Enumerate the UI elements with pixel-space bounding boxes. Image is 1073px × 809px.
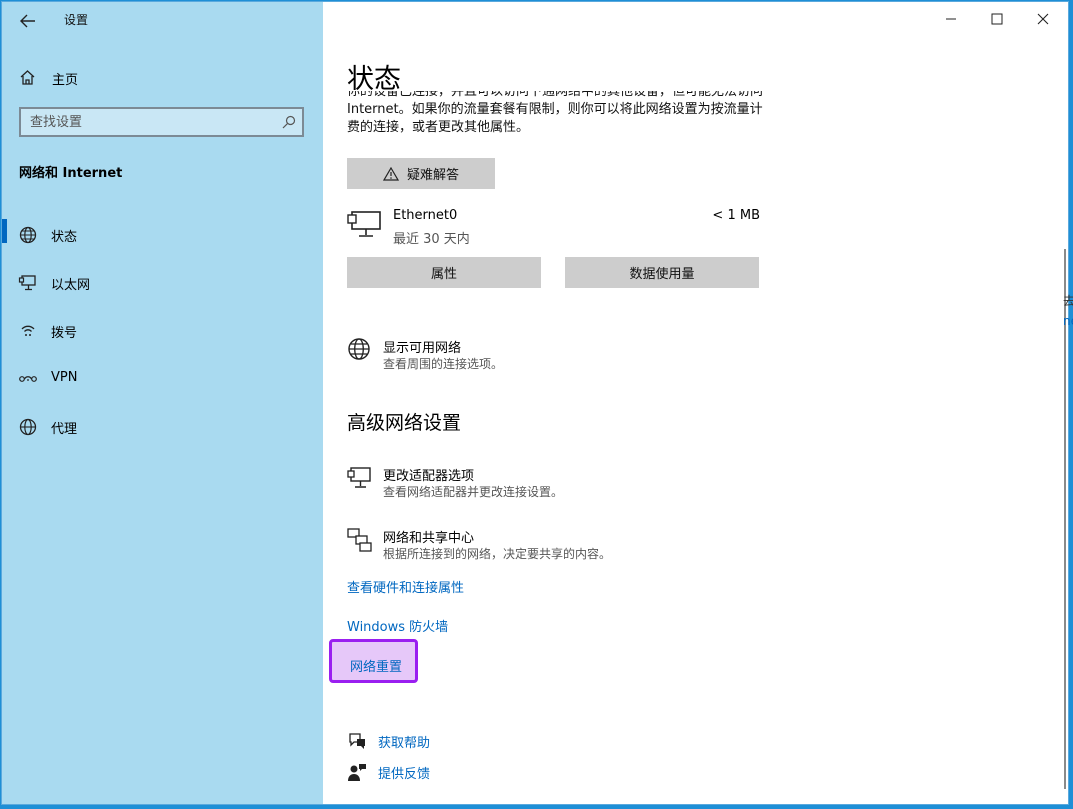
hardware-properties-link[interactable]: 查看硬件和连接属性 bbox=[347, 577, 464, 596]
advanced-settings-heading: 高级网络设置 bbox=[347, 412, 462, 434]
home-label: 主页 bbox=[52, 73, 79, 88]
feedback-person-icon bbox=[348, 764, 366, 781]
sidebar-item-label: 状态 bbox=[51, 230, 78, 245]
network-sharing-center[interactable]: 网络和共享中心 根据所连接到的网络，决定要共享的内容。 bbox=[347, 527, 667, 565]
sidebar-item-ethernet[interactable]: 以太网 bbox=[2, 259, 323, 307]
windows-firewall-link[interactable]: Windows 防火墙 bbox=[347, 616, 448, 635]
troubleshoot-label: 疑难解答 bbox=[406, 168, 459, 183]
adapter-options-title: 更改适配器选项 bbox=[383, 469, 475, 484]
main-content: 状态 你的设备已连接，并且可以访问下通网络中的其他设备，但可能无法访问 Inte… bbox=[323, 2, 1068, 804]
ethernet-usage: < 1 MB bbox=[712, 208, 760, 223]
ethernet-period: 最近 30 天内 bbox=[393, 232, 470, 247]
status-description: 你的设备已连接，并且可以访问下通网络中的其他设备，但可能无法访问 Interne… bbox=[347, 91, 764, 135]
sidebar-item-label: 以太网 bbox=[51, 278, 91, 293]
sidebar-item-proxy[interactable]: 代理 bbox=[2, 403, 323, 451]
back-arrow-icon bbox=[20, 14, 35, 28]
vpn-icon bbox=[19, 376, 37, 382]
dialup-icon bbox=[21, 325, 35, 336]
adapter-options-sub: 查看网络适配器并更改连接设置。 bbox=[383, 485, 564, 499]
data-usage-label: 数据使用量 bbox=[629, 267, 695, 282]
sidebar: 设置 主页 网络和 Internet bbox=[2, 2, 323, 804]
globe-icon bbox=[348, 338, 370, 360]
globe-icon bbox=[19, 418, 37, 436]
sidebar-nav: 状态 以太网 拨号 VPN 代理 bbox=[2, 211, 323, 451]
background-window-fragment: 去 bbox=[1063, 294, 1073, 308]
show-networks-sub: 查看周围的连接选项。 bbox=[383, 357, 504, 371]
globe-icon bbox=[19, 226, 37, 244]
sharing-center-sub: 根据所连接到的网络，决定要共享的内容。 bbox=[383, 547, 612, 561]
ethernet-icon bbox=[347, 211, 381, 237]
give-feedback-label: 提供反馈 bbox=[378, 767, 431, 782]
get-help-link[interactable]: 获取帮助 bbox=[347, 731, 507, 753]
show-networks-title: 显示可用网络 bbox=[383, 341, 462, 356]
troubleshoot-button[interactable]: 疑难解答 bbox=[347, 158, 495, 189]
network-reset-link[interactable]: 网络重置 bbox=[350, 656, 402, 675]
network-reset-highlight: 网络重置 bbox=[329, 639, 418, 683]
home-icon bbox=[20, 70, 35, 85]
ethernet-name: Ethernet0 bbox=[393, 208, 458, 223]
help-chat-icon bbox=[349, 733, 365, 749]
properties-button[interactable]: 属性 bbox=[347, 257, 541, 288]
ethernet-icon bbox=[18, 275, 36, 291]
show-available-networks[interactable]: 显示可用网络 查看周围的连接选项。 bbox=[347, 337, 647, 375]
search-box[interactable] bbox=[19, 107, 304, 137]
background-window-fragment-link: ne bbox=[1063, 314, 1073, 328]
status-description-clip: 你的设备已连接，并且可以访问下通网络中的其他设备，但可能无法访问 Interne… bbox=[347, 91, 767, 145]
sidebar-item-label: VPN bbox=[51, 370, 78, 385]
settings-window: 设置 主页 网络和 Internet bbox=[2, 2, 1068, 804]
sidebar-section-title: 网络和 Internet bbox=[19, 166, 123, 181]
properties-label: 属性 bbox=[430, 267, 457, 282]
adapter-icon bbox=[347, 467, 371, 488]
sidebar-item-label: 代理 bbox=[51, 422, 78, 437]
warning-icon bbox=[382, 166, 399, 181]
sidebar-item-dialup[interactable]: 拨号 bbox=[2, 307, 323, 355]
sidebar-item-status[interactable]: 状态 bbox=[2, 211, 323, 259]
sidebar-item-label: 拨号 bbox=[51, 326, 78, 341]
sidebar-item-vpn[interactable]: VPN bbox=[2, 355, 323, 403]
scrollbar[interactable] bbox=[1064, 249, 1066, 789]
home-nav-item[interactable]: 主页 bbox=[2, 62, 323, 92]
sharing-center-title: 网络和共享中心 bbox=[383, 531, 475, 546]
app-title: 设置 bbox=[64, 13, 89, 27]
sharing-center-icon bbox=[347, 528, 372, 552]
search-input[interactable] bbox=[21, 109, 276, 135]
search-icon[interactable] bbox=[276, 115, 302, 129]
change-adapter-options[interactable]: 更改适配器选项 查看网络适配器并更改连接设置。 bbox=[347, 465, 647, 503]
data-usage-button[interactable]: 数据使用量 bbox=[565, 257, 759, 288]
get-help-label: 获取帮助 bbox=[378, 736, 431, 751]
back-button[interactable] bbox=[10, 6, 46, 36]
give-feedback-link[interactable]: 提供反馈 bbox=[347, 762, 507, 784]
